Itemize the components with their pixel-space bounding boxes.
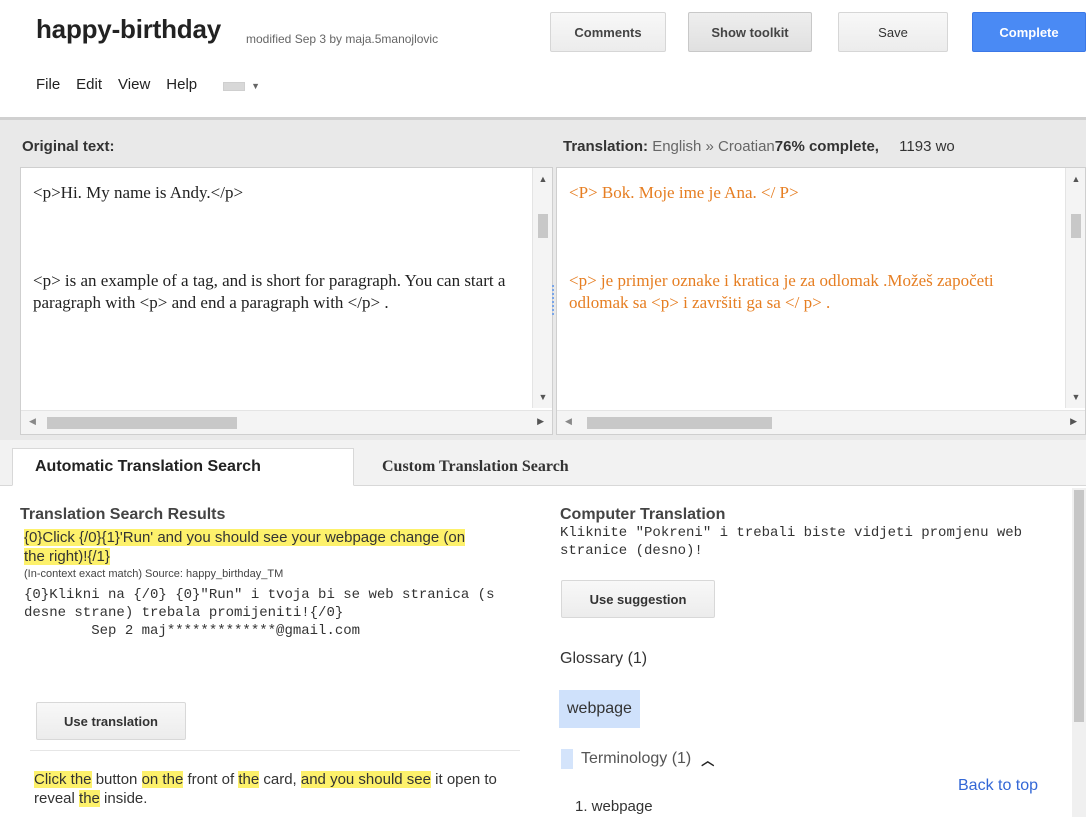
menu-view[interactable]: View	[118, 76, 150, 93]
complete-button[interactable]: Complete	[972, 12, 1086, 52]
use-translation-button[interactable]: Use translation	[36, 702, 186, 740]
use-suggestion-button[interactable]: Use suggestion	[561, 580, 715, 618]
plain-text: front of	[183, 771, 239, 788]
translation-paragraph[interactable]: <p> je primjer oznake i kratica je za od…	[569, 270, 1054, 314]
terminology-item: 1. webpage	[575, 798, 653, 815]
translation-text-content[interactable]: <P> Bok. Moje ime je Ana. </ P> <p> je p…	[569, 182, 1054, 314]
document-modified-info: modified Sep 3 by maja.5manojlovic	[246, 32, 439, 46]
highlighted-text: on the	[141, 771, 184, 788]
color-swatch-icon[interactable]	[223, 82, 246, 91]
editor-area: Original text: Translation: English » Cr…	[0, 117, 1086, 440]
highlighted-text: and you should see	[300, 771, 431, 788]
back-to-top-link[interactable]: Back to top	[958, 777, 1038, 795]
tab-custom-translation-search[interactable]: Custom Translation Search	[382, 448, 569, 486]
highlighted-text: the	[238, 771, 260, 788]
scroll-thumb[interactable]	[1071, 214, 1081, 238]
translation-pane[interactable]: <P> Bok. Moje ime je Ana. </ P> <p> je p…	[556, 167, 1086, 435]
scroll-up-icon[interactable]: ▲	[533, 174, 552, 184]
chevron-up-icon[interactable]: ︿	[701, 750, 714, 769]
translation-word-count: 1193 wo	[899, 138, 955, 155]
terminology-toggle[interactable]: Terminology (1) ︿	[561, 749, 714, 769]
plain-text: card,	[259, 771, 301, 788]
highlighted-text: Click the	[34, 771, 92, 788]
result-match-info: (In-context exact match) Source: happy_b…	[24, 568, 284, 580]
next-result-source-text: Click the button on the front of the car…	[34, 770, 504, 808]
scroll-up-icon[interactable]: ▲	[1066, 174, 1085, 184]
terminology-label: Terminology (1)	[581, 750, 692, 767]
terminology-marker-icon	[561, 749, 573, 769]
results-title: Translation Search Results	[20, 506, 226, 523]
menu-edit[interactable]: Edit	[76, 76, 102, 93]
vertical-scrollbar[interactable]: ▲ ▼	[1065, 168, 1085, 408]
scroll-thumb[interactable]	[47, 417, 237, 429]
plain-text: button	[91, 771, 142, 788]
result-source-text: {0}Click {/0}{1}'Run' and you should see…	[24, 528, 474, 566]
glossary-title: Glossary (1)	[560, 650, 648, 667]
original-text-content: <p>Hi. My name is Andy.</p> <p> is an ex…	[33, 182, 523, 314]
plain-text: inside.	[99, 790, 148, 807]
scroll-right-icon[interactable]: ▶	[537, 416, 544, 427]
search-tabs: Automatic Translation Search Custom Tran…	[0, 440, 1086, 486]
chevron-down-icon[interactable]: ▼	[251, 81, 260, 91]
menu-file[interactable]: File	[36, 76, 60, 93]
glossary-term[interactable]: webpage	[559, 690, 640, 728]
scroll-down-icon[interactable]: ▼	[1066, 392, 1085, 402]
translation-label: Translation: English » Croatian76% compl…	[563, 138, 955, 155]
translation-language: English » Croatian	[652, 138, 775, 155]
original-paragraph: <p>Hi. My name is Andy.</p>	[33, 183, 244, 202]
scroll-right-icon[interactable]: ▶	[1070, 416, 1077, 427]
scroll-thumb[interactable]	[587, 417, 772, 429]
translation-paragraph[interactable]: <P> Bok. Moje ime je Ana. </ P>	[569, 182, 1054, 204]
original-text-pane[interactable]: <p>Hi. My name is Andy.</p> <p> is an ex…	[20, 167, 553, 435]
scroll-thumb[interactable]	[538, 214, 548, 238]
scroll-left-icon[interactable]: ◀	[29, 416, 36, 427]
scroll-left-icon[interactable]: ◀	[565, 416, 572, 427]
computer-translation-text: Kliknite "Pokreni" i trebali biste vidje…	[560, 525, 1023, 559]
comments-button[interactable]: Comments	[550, 12, 666, 52]
scroll-thumb[interactable]	[1074, 490, 1084, 722]
translation-progress: 76% complete,	[774, 138, 879, 155]
document-title: happy-birthday	[36, 14, 221, 44]
computer-translation-title: Computer Translation	[560, 506, 726, 523]
result-author-line: Sep 2 maj*************@gmail.com	[24, 623, 361, 639]
menu-bar: File Edit View Help ▼	[36, 76, 260, 93]
vertical-scrollbar[interactable]: ▲ ▼	[532, 168, 552, 408]
show-toolkit-button[interactable]: Show toolkit	[688, 12, 812, 52]
menu-help[interactable]: Help	[166, 76, 197, 93]
horizontal-scrollbar[interactable]: ◀ ▶	[21, 410, 552, 434]
tab-automatic-translation-search[interactable]: Automatic Translation Search	[12, 448, 354, 486]
save-button[interactable]: Save	[838, 12, 948, 52]
horizontal-scrollbar[interactable]: ◀ ▶	[557, 410, 1085, 434]
divider	[30, 750, 520, 751]
original-paragraph: <p> is an example of a tag, and is short…	[33, 271, 506, 312]
result-target-text: {0}Klikni na {/0} {0}"Run" i tvoja bi se…	[24, 587, 503, 621]
translation-search-results: Translation Search Results {0}Click {/0}…	[20, 506, 530, 640]
original-text-label: Original text:	[22, 138, 115, 155]
highlighted-text: {0}Click {/0}{1}'Run' and you should see…	[24, 529, 466, 565]
highlighted-text: the	[79, 790, 100, 807]
scroll-down-icon[interactable]: ▼	[533, 392, 552, 402]
translation-title: Translation:	[563, 138, 649, 155]
results-scrollbar[interactable]	[1072, 488, 1086, 817]
pane-splitter[interactable]	[552, 285, 555, 315]
